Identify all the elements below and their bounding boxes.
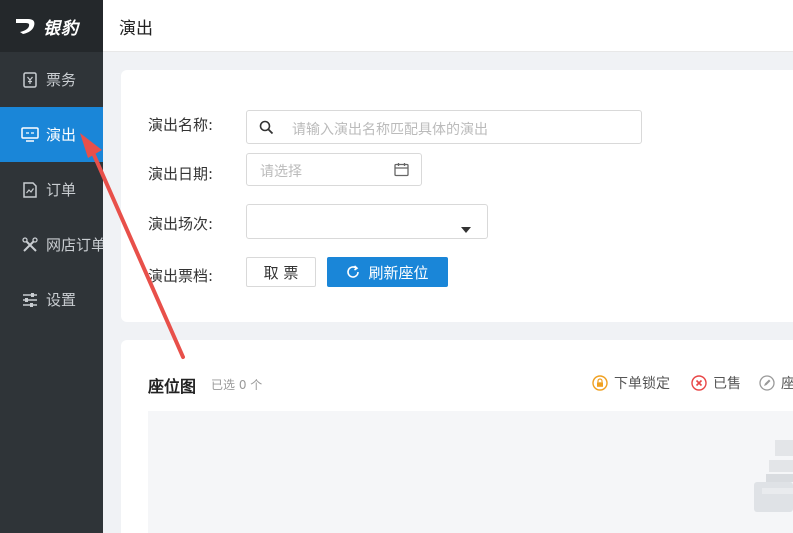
empty-box-icon [752, 438, 793, 518]
cancel-ticket-button[interactable]: 取 票 [246, 257, 316, 287]
page-title: 演出 [119, 19, 153, 39]
logo-mark-icon [16, 19, 35, 34]
logo: 银豹 [0, 0, 103, 52]
show-date-placeholder: 请选择 [260, 164, 302, 180]
x-circle-icon [691, 375, 707, 391]
refresh-seats-button[interactable]: 刷新座位 [327, 257, 448, 287]
filter-card [121, 70, 793, 322]
show-date-picker[interactable]: 请选择 [246, 153, 422, 186]
seat-map-title: 座位图 [148, 377, 197, 396]
refresh-icon [346, 265, 360, 279]
tools-icon [21, 236, 39, 254]
ticket-tier-label: 演出票档: [148, 267, 214, 285]
monitor-icon [21, 126, 39, 144]
ticket-icon [21, 71, 39, 89]
sidebar-item-settings[interactable]: 设置 [0, 272, 103, 327]
sidebar-item-label: 网店订单 [46, 236, 103, 254]
pencil-icon [759, 375, 775, 391]
sidebar-item-label: 订单 [46, 181, 77, 199]
sidebar-item-orders[interactable]: 订单 [0, 162, 103, 217]
sidebar-item-tickets[interactable]: 票务 [0, 52, 103, 107]
sidebar-item-label: 设置 [46, 291, 77, 309]
show-name-placeholder: 请输入演出名称匹配具体的演出 [292, 122, 488, 138]
seat-map-canvas[interactable] [148, 411, 793, 533]
sidebar: 银豹 票务 演出 订单 网店订单 设置 [0, 0, 103, 533]
legend-locked: 下单锁定 [592, 373, 670, 393]
header: 演出 [103, 0, 793, 52]
show-date-label: 演出日期: [148, 165, 214, 183]
sidebar-item-shows[interactable]: 演出 [0, 107, 103, 162]
order-icon [21, 181, 39, 199]
caret-down-icon [461, 218, 471, 237]
legend-sold: 已售 [691, 373, 741, 393]
show-name-label: 演出名称: [148, 116, 214, 134]
legend-label: 已售 [713, 376, 741, 392]
show-session-label: 演出场次: [148, 215, 214, 233]
show-session-select[interactable] [246, 204, 488, 239]
legend-label: 座 [781, 376, 793, 392]
calendar-icon [394, 162, 409, 181]
legend-seat: 座 [759, 373, 793, 393]
logo-text: 银豹 [43, 18, 79, 39]
search-icon [259, 120, 274, 139]
refresh-seats-label: 刷新座位 [368, 263, 429, 282]
sidebar-item-online-orders[interactable]: 网店订单 [0, 217, 103, 272]
sidebar-item-label: 票务 [46, 71, 77, 89]
sliders-icon [21, 291, 39, 309]
lock-icon [592, 375, 608, 391]
sidebar-item-label: 演出 [46, 126, 77, 144]
show-name-input[interactable]: 请输入演出名称匹配具体的演出 [246, 110, 642, 144]
selected-count: 已选 0 个 [211, 378, 263, 392]
legend-label: 下单锁定 [614, 376, 670, 392]
